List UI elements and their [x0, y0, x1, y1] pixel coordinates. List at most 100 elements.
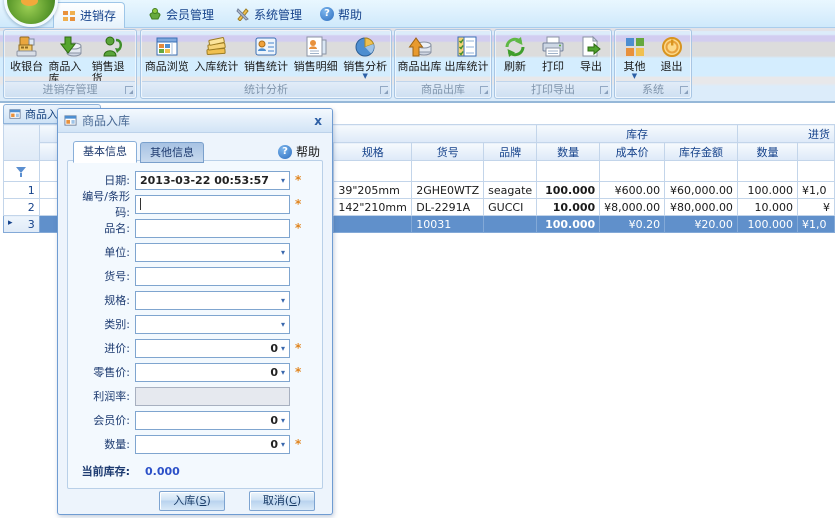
column-header-cost[interactable]: 成本价	[600, 143, 665, 161]
cell-qty2[interactable]: 100.000	[737, 182, 797, 199]
cashier-button[interactable]: 收银台	[5, 31, 48, 82]
row-number[interactable]: 2	[4, 199, 40, 216]
artno-field[interactable]	[135, 267, 290, 286]
member-price-field[interactable]: 0 ▾	[135, 411, 290, 430]
tab-other-info[interactable]: 其他信息	[140, 142, 204, 163]
dropdown-arrow-icon[interactable]: ▾	[281, 416, 285, 425]
dialog-launcher-icon[interactable]	[480, 86, 488, 94]
filter-cell[interactable]	[484, 161, 537, 182]
cell-qty2[interactable]: 10.000	[737, 199, 797, 216]
cell-cost[interactable]: ¥8,000.00	[600, 199, 665, 216]
dialog-launcher-icon[interactable]	[680, 86, 688, 94]
field-row-quantity: 数量: 0 ▾ *	[72, 432, 301, 456]
goods-browse-button[interactable]: 商品浏览	[142, 31, 192, 82]
dialog-launcher-icon[interactable]	[380, 86, 388, 94]
filter-cell[interactable]	[334, 161, 412, 182]
cell-artno[interactable]: 10031	[412, 216, 484, 233]
sales-stats-button[interactable]: 销售统计	[241, 31, 291, 82]
cell-qty[interactable]: 100.000	[537, 216, 600, 233]
sales-detail-button[interactable]: 销售明细	[291, 31, 341, 82]
cell-brand[interactable]: GUCCI	[484, 199, 537, 216]
retail-price-field[interactable]: 0 ▾	[135, 363, 290, 382]
tab-system-management[interactable]: 系统管理	[228, 2, 310, 26]
button-label: 销售统计	[244, 61, 288, 73]
filter-cell[interactable]	[600, 161, 665, 182]
cancel-button[interactable]: 取消(C)	[249, 491, 315, 511]
filter-cell[interactable]	[665, 161, 738, 182]
unit-field[interactable]: ▾	[135, 243, 290, 262]
field-row-product-name: 品名: *	[72, 216, 301, 240]
help-link[interactable]: ? 帮助	[278, 143, 320, 160]
cell-artno[interactable]: DL-2291A	[412, 199, 484, 216]
tab-member-management[interactable]: 会员管理	[140, 2, 222, 26]
export-button[interactable]: 导出	[572, 31, 610, 82]
filter-cell[interactable]	[737, 161, 797, 182]
cell-brand[interactable]: seagate	[484, 182, 537, 199]
purchase-price-field[interactable]: 0 ▾	[135, 339, 290, 358]
cell-artno[interactable]: 2GHE0WTZ	[412, 182, 484, 199]
dropdown-arrow-icon[interactable]: ▾	[281, 248, 285, 257]
other-button[interactable]: 其他 ▼	[616, 31, 653, 82]
filter-cell[interactable]	[412, 161, 484, 182]
cell-qty2[interactable]: 100.000	[737, 216, 797, 233]
column-header-spec[interactable]: 规格	[334, 143, 412, 161]
filter-cell[interactable]	[537, 161, 600, 182]
dropdown-arrow-icon[interactable]: ▾	[281, 176, 285, 185]
goods-out-button[interactable]: 商品出库	[396, 31, 443, 82]
print-icon	[540, 34, 566, 60]
refresh-button[interactable]: 刷新	[496, 31, 534, 82]
cell-cost[interactable]: ¥600.00	[600, 182, 665, 199]
cell-cut[interactable]: ¥1,0	[798, 216, 835, 233]
category-field[interactable]: ▾	[135, 315, 290, 334]
stockout-stats-button[interactable]: 出库统计	[443, 31, 490, 82]
cell-spec[interactable]: 142"210mm	[334, 199, 412, 216]
print-button[interactable]: 打印	[534, 31, 572, 82]
goods-in-button[interactable]: 商品入库	[48, 31, 91, 82]
cell-spec[interactable]	[334, 216, 412, 233]
tab-help[interactable]: ? 帮助	[312, 2, 370, 26]
dropdown-arrow-icon[interactable]: ▾	[281, 344, 285, 353]
filter-row-header[interactable]	[4, 161, 40, 182]
dialog-launcher-icon[interactable]	[600, 86, 608, 94]
cell-qty[interactable]: 100.000	[537, 182, 600, 199]
dialog-title-bar[interactable]: 商品入库 x	[58, 109, 332, 133]
tab-purchase-sales-inventory[interactable]: 进销存	[53, 2, 125, 28]
column-header-qty2[interactable]: 数量	[737, 143, 797, 161]
quantity-field[interactable]: 0 ▾	[135, 435, 290, 454]
chevron-down-icon[interactable]: ▼	[632, 74, 637, 79]
filter-funnel-icon	[16, 167, 26, 177]
cell-cost[interactable]: ¥0.20	[600, 216, 665, 233]
sales-analysis-button[interactable]: 销售分析 ▼	[340, 31, 390, 82]
stockin-stats-button[interactable]: 入库统计	[192, 31, 242, 82]
product-name-field[interactable]	[135, 219, 290, 238]
cell-cut[interactable]: ¥	[798, 199, 835, 216]
column-header-amount[interactable]: 库存金额	[665, 143, 738, 161]
cell-spec[interactable]: 39"205mm	[334, 182, 412, 199]
column-header-qty[interactable]: 数量	[537, 143, 600, 161]
row-number[interactable]: ▸3	[4, 216, 40, 233]
column-header-brand[interactable]: 品牌	[484, 143, 537, 161]
close-icon[interactable]: x	[310, 114, 326, 128]
profit-rate-field	[135, 387, 290, 406]
cell-amount[interactable]: ¥60,000.00	[665, 182, 738, 199]
row-number[interactable]: 1	[4, 182, 40, 199]
barcode-field[interactable]	[135, 195, 290, 214]
cell-cut[interactable]: ¥1,0	[798, 182, 835, 199]
cell-amount[interactable]: ¥20.00	[665, 216, 738, 233]
sales-return-button[interactable]: 销售退货	[92, 31, 135, 82]
chevron-down-icon[interactable]: ▼	[362, 74, 367, 79]
dropdown-arrow-icon[interactable]: ▾	[281, 368, 285, 377]
dropdown-arrow-icon[interactable]: ▾	[281, 296, 285, 305]
dropdown-arrow-icon[interactable]: ▾	[281, 440, 285, 449]
date-field[interactable]: 2013-03-22 00:53:57 ▾	[135, 171, 290, 190]
column-header-artno[interactable]: 货号	[412, 143, 484, 161]
exit-button[interactable]: 退出	[653, 31, 690, 82]
dialog-launcher-icon[interactable]	[125, 86, 133, 94]
cell-brand[interactable]	[484, 216, 537, 233]
spec-field[interactable]: ▾	[135, 291, 290, 310]
dropdown-arrow-icon[interactable]: ▾	[281, 320, 285, 329]
tab-basic-info[interactable]: 基本信息	[73, 141, 137, 163]
stock-in-button[interactable]: 入库(S)	[159, 491, 225, 511]
cell-amount[interactable]: ¥80,000.00	[665, 199, 738, 216]
cell-qty[interactable]: 10.000	[537, 199, 600, 216]
